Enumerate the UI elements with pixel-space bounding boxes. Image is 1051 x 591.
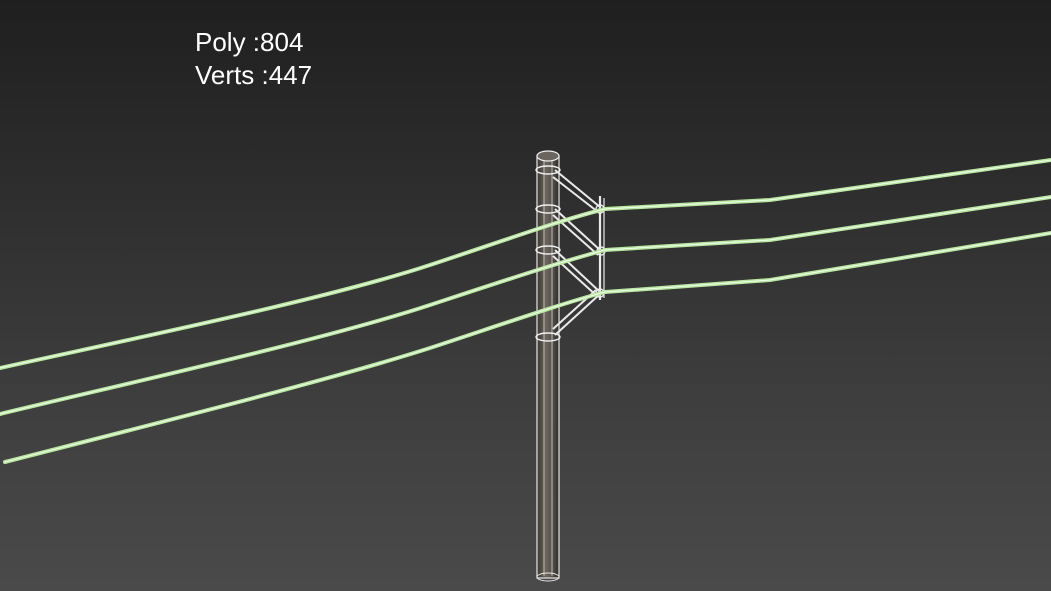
utility-pole[interactable] bbox=[535, 150, 561, 582]
scene-render bbox=[0, 150, 1051, 582]
power-line-top[interactable] bbox=[0, 158, 1051, 370]
power-line-middle[interactable] bbox=[0, 195, 1051, 416]
3d-viewport[interactable]: Poly :804 Verts :447 bbox=[0, 0, 1051, 591]
power-line-bottom[interactable] bbox=[3, 231, 1051, 464]
